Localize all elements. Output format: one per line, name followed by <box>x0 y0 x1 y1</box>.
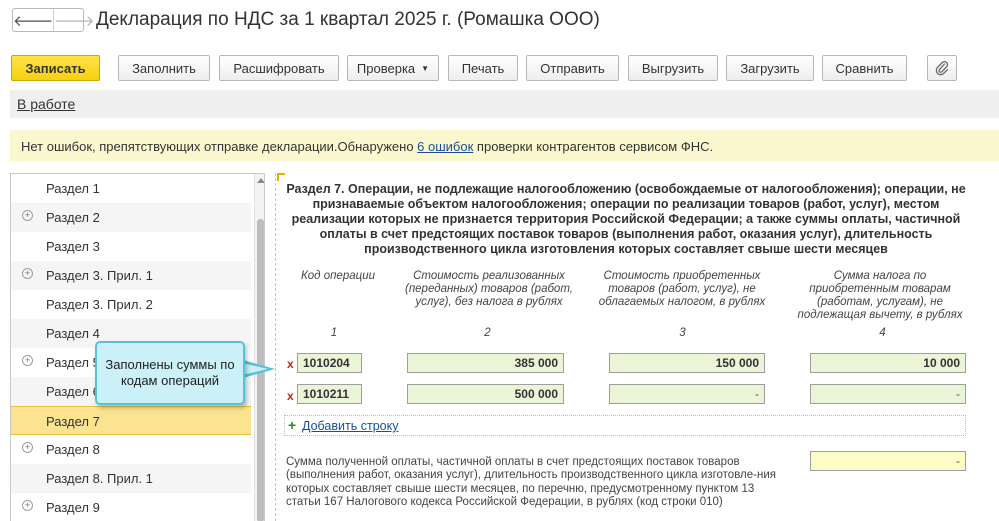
export-button[interactable]: Выгрузить <box>628 55 718 81</box>
tree-item-section-8-app-1[interactable]: Раздел 8. Прил. 1 <box>11 464 251 493</box>
paperclip-icon <box>935 60 949 76</box>
arrow-right-icon: 🡒 <box>54 12 95 30</box>
callout-pointer-fill <box>242 363 268 375</box>
line-010-amount-field[interactable]: - <box>810 451 966 471</box>
tree-item-label: Раздел 6 <box>46 384 100 399</box>
column-header-tax: Сумма налога по приобретенным товарам (р… <box>797 270 963 321</box>
add-row-area: + Добавить строку <box>284 415 966 436</box>
tree-item-label: Раздел 2 <box>46 210 100 225</box>
tree-item-label: Раздел 3. Прил. 1 <box>46 268 153 283</box>
plus-icon: + <box>288 417 297 433</box>
compare-button[interactable]: Сравнить <box>822 55 907 81</box>
expand-icon[interactable]: + <box>22 210 33 221</box>
tree-item-section-7[interactable]: Раздел 7 <box>11 406 251 435</box>
column-header-code: Код операции <box>300 270 375 282</box>
import-button[interactable]: Загрузить <box>726 55 814 81</box>
back-button[interactable]: 🡐 <box>13 9 53 31</box>
tax-amount-field[interactable]: - <box>810 384 966 404</box>
annotation-callout: Заполнены суммы по кодам операций <box>95 341 245 405</box>
tree-item-label: Раздел 8 <box>46 442 100 457</box>
tree-item-label: Раздел 3 <box>46 239 100 254</box>
caret-down-icon: ▼ <box>421 63 430 73</box>
tree-item-label: Раздел 1 <box>46 181 100 196</box>
forward-button[interactable]: 🡒 <box>53 9 94 31</box>
print-button[interactable]: Печать <box>448 55 518 81</box>
save-button[interactable]: Записать <box>11 55 100 81</box>
line-010-description: Сумма полученной оплаты, частичной оплат… <box>286 456 776 508</box>
info-message: Нет ошибок, препятствующих отправке декл… <box>21 139 713 154</box>
info-text-before: Нет ошибок, препятствующих отправке декл… <box>21 139 418 154</box>
tree-item-label: Раздел 8. Прил. 1 <box>46 471 153 486</box>
arrow-left-icon: 🡐 <box>13 12 54 30</box>
expand-icon[interactable]: + <box>22 268 33 279</box>
errors-link[interactable]: 6 ошибок <box>417 139 473 154</box>
tree-item-section-3[interactable]: Раздел 3 <box>11 232 251 261</box>
operation-code-field[interactable]: 1010204 <box>297 353 362 373</box>
info-bar: Нет ошибок, препятствующих отправке декл… <box>10 130 999 161</box>
main-panel-border <box>275 173 276 521</box>
tree-item-label: Раздел 9 <box>46 500 100 515</box>
tree-item-section-8[interactable]: + Раздел 8 <box>11 435 251 464</box>
operation-code-field[interactable]: 1010211 <box>297 384 362 404</box>
tax-amount-field[interactable]: 10 000 <box>810 353 966 373</box>
state-bar: В работе <box>10 90 999 118</box>
history-nav: 🡐 🡒 <box>12 8 94 32</box>
expand-icon[interactable]: + <box>22 500 33 511</box>
tree-item-section-9[interactable]: + Раздел 9 <box>11 493 251 521</box>
info-text-after: проверки контрагентов сервисом ФНС. <box>473 139 714 154</box>
column-header-sold: Стоимость реализованных (переданных) тов… <box>405 270 573 308</box>
attach-button[interactable] <box>927 55 957 81</box>
check-label: Проверка <box>356 60 416 76</box>
sold-amount-field[interactable]: 385 000 <box>407 353 564 373</box>
fill-button[interactable]: Заполнить <box>118 55 210 81</box>
delete-row-icon[interactable]: x <box>287 389 294 403</box>
sold-amount-field[interactable]: 500 000 <box>407 384 564 404</box>
tree-item-section-1[interactable]: Раздел 1 <box>11 174 251 203</box>
column-number-1: 1 <box>330 327 338 339</box>
tree-item-label: Раздел 4 <box>46 326 100 341</box>
tree-item-section-2[interactable]: + Раздел 2 <box>11 203 251 232</box>
sidebar-scrollbar[interactable] <box>254 174 264 521</box>
column-number-2: 2 <box>484 327 491 339</box>
purchased-amount-field[interactable]: 150 000 <box>609 353 765 373</box>
expand-icon[interactable]: + <box>22 442 33 453</box>
check-dropdown-button[interactable]: Проверка ▼ <box>347 55 439 81</box>
focus-corner-mark <box>277 173 285 181</box>
column-header-purchased: Стоимость приобретенных товаров (работ, … <box>598 270 766 308</box>
decode-button[interactable]: Расшифровать <box>219 55 339 81</box>
window-title: Декларация по НДС за 1 квартал 2025 г. (… <box>96 9 600 30</box>
scroll-up-icon[interactable] <box>257 178 264 183</box>
section-heading: Раздел 7. Операции, не подлежащие налого… <box>286 182 966 256</box>
column-number-4: 4 <box>879 327 886 339</box>
purchased-amount-field[interactable]: - <box>609 384 765 404</box>
add-row-link[interactable]: Добавить строку <box>302 419 398 433</box>
delete-row-icon[interactable]: x <box>287 357 294 371</box>
tree-item-section-3-app-1[interactable]: + Раздел 3. Прил. 1 <box>11 261 251 290</box>
column-number-3: 3 <box>679 327 686 339</box>
state-link[interactable]: В работе <box>17 96 75 112</box>
tree-item-label: Раздел 3. Прил. 2 <box>46 297 153 312</box>
tree-item-label: Раздел 5 <box>46 355 100 370</box>
tree-item-label: Раздел 7 <box>46 414 100 429</box>
send-button[interactable]: Отправить <box>526 55 619 81</box>
tree-item-section-3-app-2[interactable]: Раздел 3. Прил. 2 <box>11 290 251 319</box>
expand-icon[interactable]: + <box>22 355 33 366</box>
